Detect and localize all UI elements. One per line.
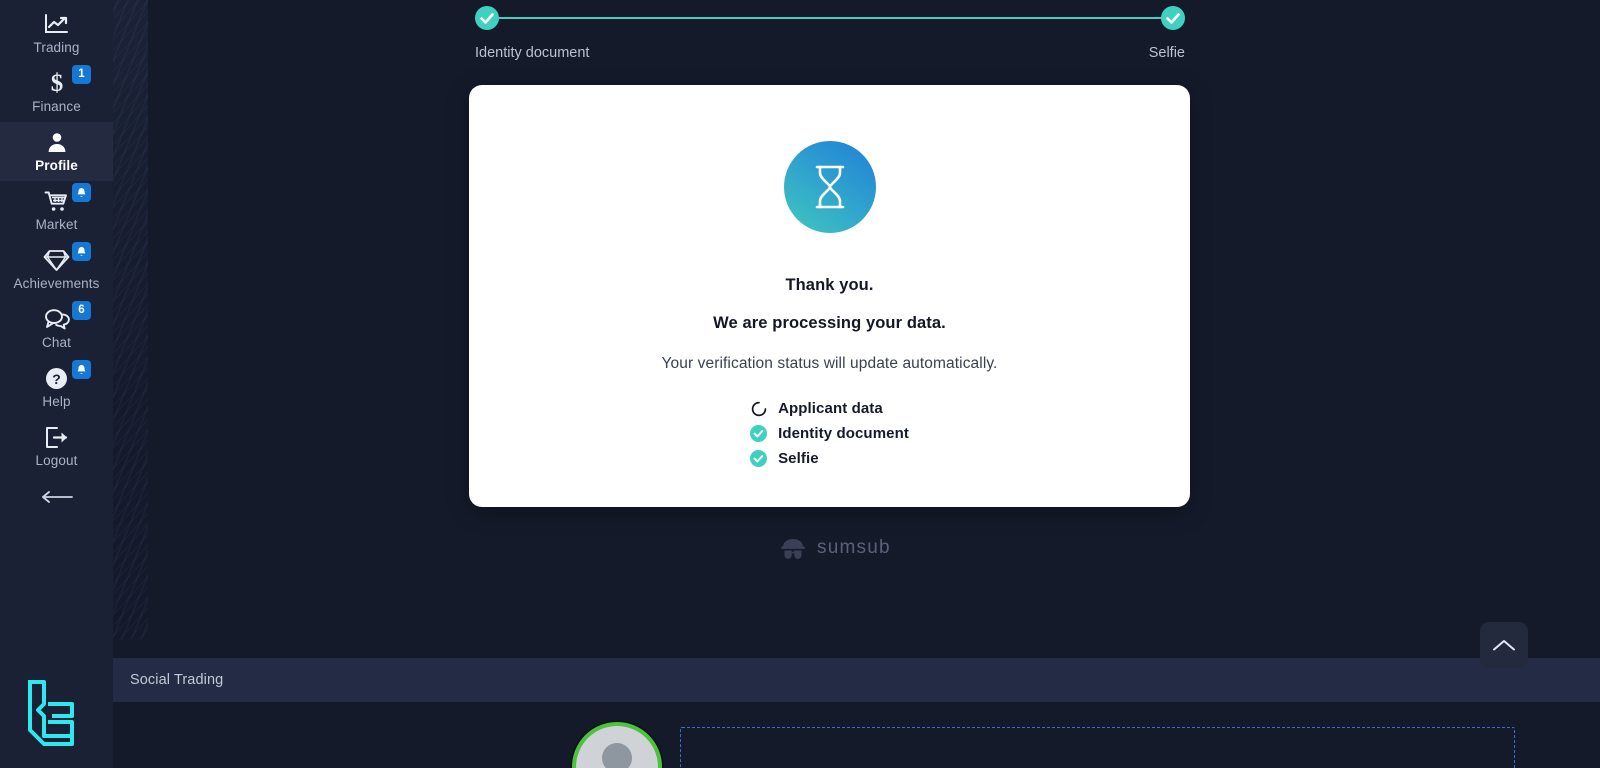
market-bell-badge[interactable] bbox=[72, 183, 91, 202]
dollar-icon: $ bbox=[48, 70, 66, 96]
finance-count-badge[interactable]: 1 bbox=[72, 65, 91, 84]
sidebar-item-achievements[interactable]: Achievements bbox=[0, 240, 113, 299]
logout-icon bbox=[44, 424, 69, 450]
check-circle-icon bbox=[1161, 6, 1185, 30]
social-trading-header: Social Trading bbox=[113, 658, 1600, 702]
trader-avatar[interactable] bbox=[572, 722, 662, 768]
hourglass-icon bbox=[783, 141, 876, 233]
stepper-progress-line bbox=[497, 17, 1163, 19]
sidebar-item-trading[interactable]: Trading bbox=[0, 4, 113, 63]
sidebar-item-finance[interactable]: 1 $ Finance bbox=[0, 63, 113, 122]
sidebar-item-label: Logout bbox=[35, 453, 78, 468]
diamond-icon bbox=[43, 247, 70, 273]
user-icon bbox=[45, 129, 69, 155]
verification-status-list: Applicant data Identity document Selfie bbox=[750, 400, 909, 467]
arrow-left-icon bbox=[40, 490, 74, 509]
cart-icon bbox=[44, 188, 69, 214]
card-title: Thank you. bbox=[785, 276, 874, 294]
chevron-up-icon bbox=[1492, 638, 1516, 652]
status-item-label: Selfie bbox=[778, 450, 819, 467]
status-item-applicant-data: Applicant data bbox=[750, 400, 909, 417]
svg-text:$: $ bbox=[50, 70, 63, 96]
chat-bubble-icon bbox=[44, 306, 70, 332]
app-root: Trading 1 $ Finance Profile Market Achie… bbox=[0, 0, 1600, 768]
spinner-icon bbox=[750, 400, 767, 417]
sidebar-item-profile[interactable]: Profile bbox=[0, 122, 113, 181]
sidebar-collapse-button[interactable] bbox=[0, 476, 113, 522]
sidebar-item-label: Achievements bbox=[13, 276, 100, 291]
question-circle-icon: ? bbox=[44, 365, 69, 391]
status-item-identity-document: Identity document bbox=[750, 425, 909, 442]
sidebar-item-label: Help bbox=[42, 394, 71, 409]
sumsub-provider-footer: sumsub bbox=[778, 536, 891, 560]
avatar-head bbox=[602, 743, 632, 768]
bell-icon bbox=[77, 246, 86, 256]
sidebar-item-chat[interactable]: 6 Chat bbox=[0, 299, 113, 358]
svg-text:?: ? bbox=[52, 371, 61, 387]
sumsub-mascot-icon bbox=[778, 536, 808, 560]
sidebar-item-label: Chat bbox=[42, 335, 71, 350]
verification-status-card: Thank you. We are processing your data. … bbox=[469, 85, 1190, 507]
check-circle-icon bbox=[750, 450, 768, 467]
status-item-label: Applicant data bbox=[778, 400, 883, 417]
sidebar-item-label: Trading bbox=[33, 40, 80, 55]
lc-brand-logo[interactable] bbox=[20, 674, 82, 752]
verification-stepper: Identity document Selfie bbox=[475, 6, 1185, 66]
sidebar: Trading 1 $ Finance Profile Market Achie… bbox=[0, 0, 113, 768]
sidebar-item-market[interactable]: Market bbox=[0, 181, 113, 240]
check-circle-icon bbox=[475, 6, 499, 30]
bell-icon bbox=[77, 187, 86, 197]
check-circle-icon bbox=[750, 425, 768, 442]
chat-count-badge[interactable]: 6 bbox=[72, 301, 91, 320]
achievements-bell-badge[interactable] bbox=[72, 242, 91, 261]
sidebar-item-label: Finance bbox=[32, 99, 81, 114]
sumsub-wordmark: sumsub bbox=[817, 537, 891, 558]
chart-line-icon bbox=[44, 11, 69, 37]
sidebar-item-logout[interactable]: Logout bbox=[0, 417, 113, 476]
card-subtitle: We are processing your data. bbox=[713, 314, 946, 332]
scroll-to-top-button[interactable] bbox=[1480, 622, 1528, 668]
stepper-step-identity-document[interactable]: Identity document bbox=[475, 6, 589, 61]
trader-info-placeholder[interactable] bbox=[680, 727, 1515, 768]
card-note: Your verification status will update aut… bbox=[661, 355, 998, 372]
stepper-step-selfie[interactable]: Selfie bbox=[1149, 6, 1185, 61]
bottom-section: Social Trading bbox=[113, 640, 1600, 768]
stepper-step-label: Selfie bbox=[1148, 45, 1185, 61]
status-item-label: Identity document bbox=[778, 425, 909, 442]
sidebar-item-label: Profile bbox=[35, 158, 78, 173]
social-trading-title: Social Trading bbox=[130, 672, 224, 688]
sidebar-item-label: Market bbox=[35, 217, 78, 232]
sidebar-item-help[interactable]: ? Help bbox=[0, 358, 113, 417]
help-bell-badge[interactable] bbox=[72, 360, 91, 379]
status-item-selfie: Selfie bbox=[750, 450, 909, 467]
sidebar-nav-list: Trading 1 $ Finance Profile Market Achie… bbox=[0, 0, 113, 522]
stepper-step-label: Identity document bbox=[475, 45, 590, 61]
bell-icon bbox=[77, 364, 86, 374]
